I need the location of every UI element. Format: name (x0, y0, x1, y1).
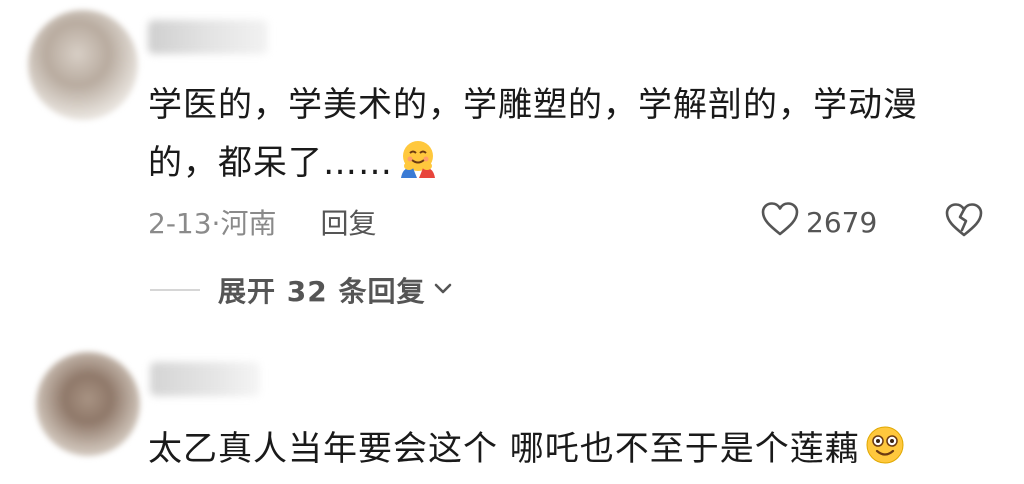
avatar[interactable] (28, 10, 138, 120)
like-button[interactable]: 2679 (760, 200, 877, 244)
comment-meta: 2-13·河南 回复 (148, 200, 376, 244)
username[interactable] (150, 362, 260, 396)
reply-button[interactable]: 回复 (320, 202, 376, 242)
divider-line (150, 289, 200, 291)
expand-replies-button[interactable]: 展开 32 条回复 (150, 268, 453, 312)
smiling-face-icon (864, 424, 906, 484)
comment-text-line: 的，都呆了…… (148, 134, 968, 198)
comment-text-line: 学医的，学美术的，学雕塑的，学解剖的，学动漫 (148, 85, 918, 125)
comment-text: 太乙真人当年要会这个 哪吒也不至于是个莲藕 (148, 420, 968, 484)
hugging-face-emoji-icon (397, 138, 439, 198)
like-count: 2679 (806, 205, 878, 239)
heart-icon (760, 201, 806, 244)
comment-text: 学医的，学美术的，学雕塑的，学解剖的，学动漫 的，都呆了…… (148, 76, 968, 198)
comment-text-line: 太乙真人当年要会这个 哪吒也不至于是个莲藕 (148, 429, 860, 469)
username[interactable] (148, 20, 268, 54)
dislike-button[interactable] (944, 202, 984, 242)
chevron-down-icon (425, 281, 453, 300)
expand-replies-label: 展开 32 条回复 (218, 275, 426, 308)
comment-date-location: 2-13·河南 (148, 207, 277, 240)
avatar[interactable] (36, 352, 140, 456)
comment-text-line-2: 的，都呆了…… (148, 143, 393, 183)
broken-heart-icon (944, 203, 984, 242)
